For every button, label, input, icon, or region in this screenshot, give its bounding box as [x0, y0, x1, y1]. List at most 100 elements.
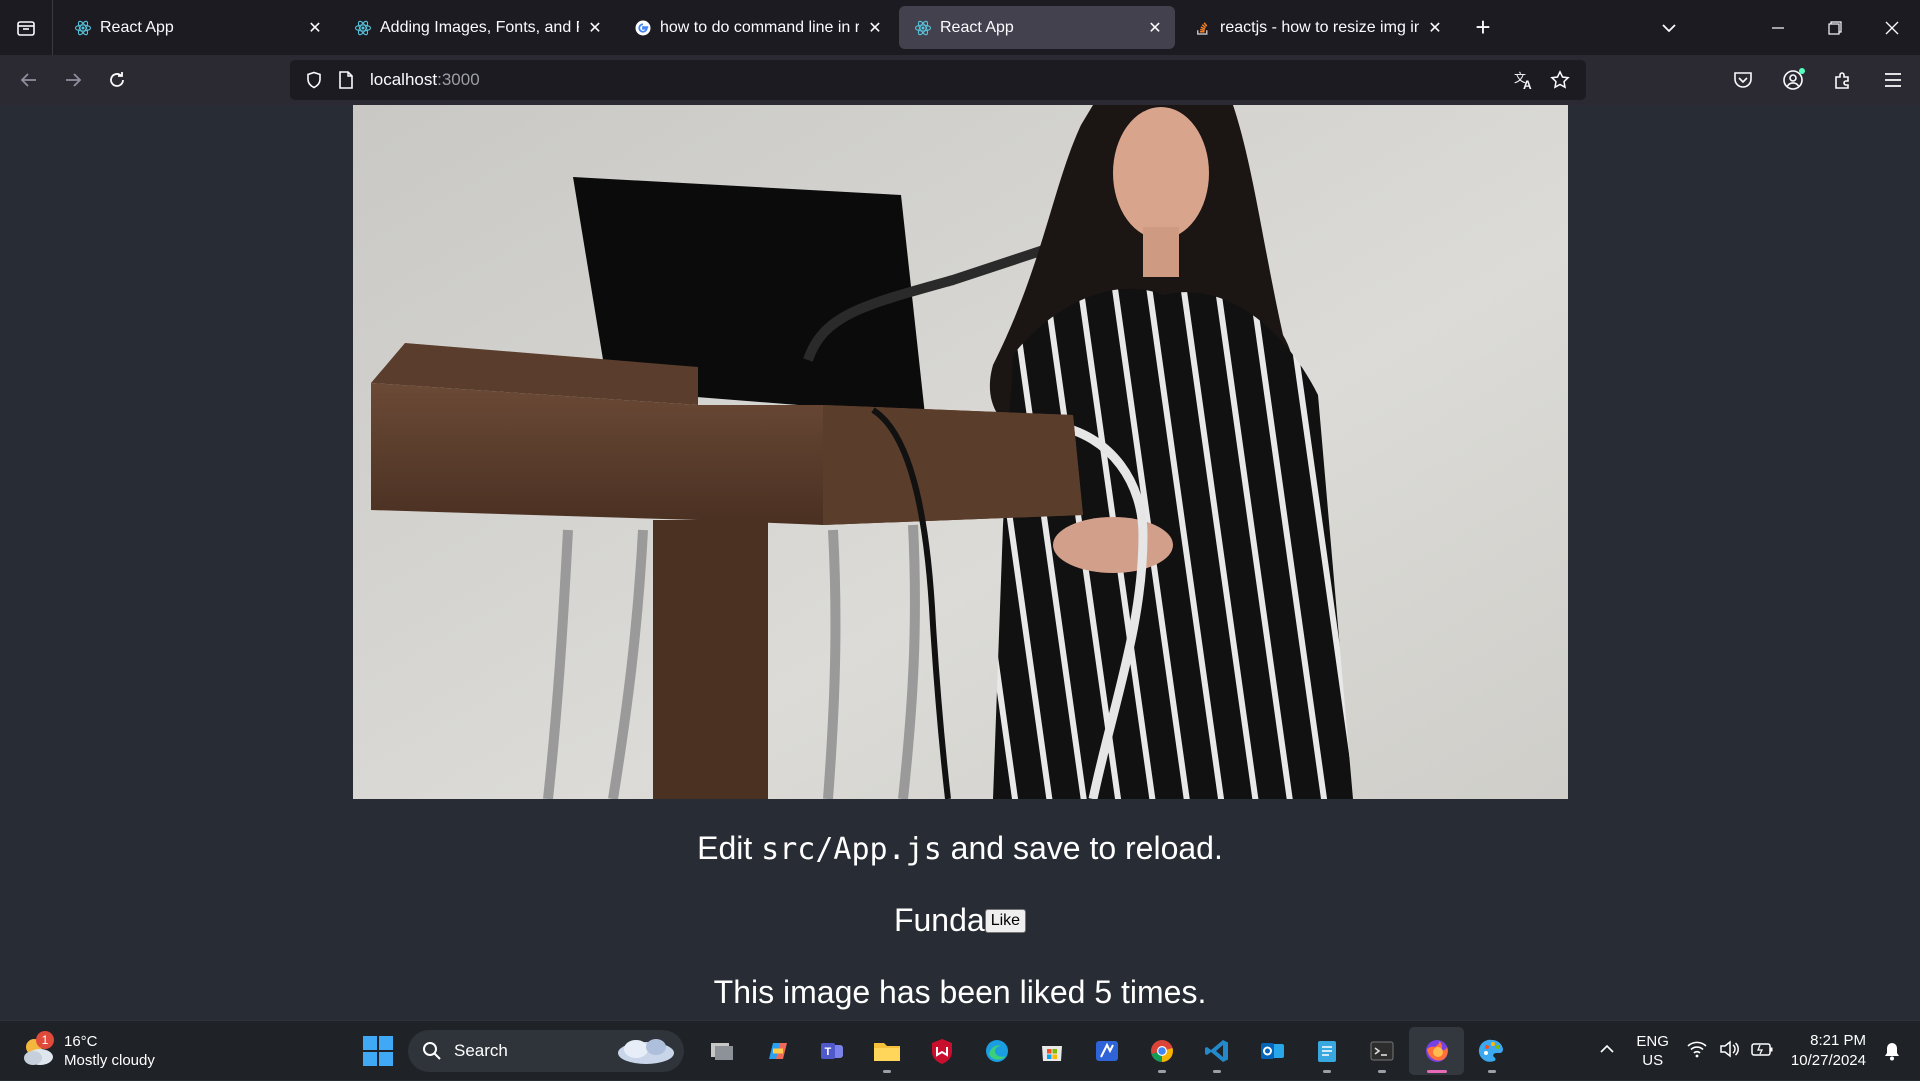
- speaker-at-podium-illustration: [353, 105, 1568, 799]
- close-tab-icon[interactable]: ✕: [585, 18, 605, 38]
- like-button[interactable]: Like: [984, 908, 1027, 933]
- outlook-icon[interactable]: [1244, 1027, 1299, 1075]
- lang-line-2: US: [1642, 1052, 1664, 1069]
- close-tab-icon[interactable]: ✕: [1425, 18, 1445, 38]
- running-indicator: [1378, 1070, 1386, 1073]
- extensions-icon[interactable]: [1822, 59, 1864, 101]
- like-count-text: This image has been liked 5 times.: [713, 974, 1207, 1010]
- firefox-view-icon[interactable]: [0, 0, 53, 55]
- cloudy-weather-icon: 1: [20, 1031, 56, 1069]
- edit-prefix: Edit: [697, 830, 762, 866]
- edge-icon[interactable]: [969, 1027, 1024, 1075]
- close-window-icon[interactable]: [1863, 0, 1920, 55]
- windows-start-icon[interactable]: [361, 1034, 395, 1068]
- taskbar-search-box[interactable]: Search: [408, 1030, 684, 1072]
- file-explorer-icon[interactable]: [859, 1027, 914, 1075]
- tab-title: React App: [940, 18, 1014, 36]
- firefox-icon[interactable]: [1409, 1027, 1464, 1075]
- forward-icon[interactable]: [52, 59, 94, 101]
- url-port: :3000: [437, 70, 480, 89]
- back-icon[interactable]: [8, 59, 50, 101]
- tab-react-app-active[interactable]: React App ✕: [899, 6, 1175, 49]
- edit-code: src/App.js: [761, 832, 942, 867]
- url-text[interactable]: localhost:3000: [370, 70, 480, 90]
- clock[interactable]: 8:21 PM 10/27/2024: [1791, 1031, 1866, 1071]
- running-indicator: [883, 1070, 891, 1073]
- react-icon: [74, 19, 92, 37]
- running-indicator: [1323, 1070, 1331, 1073]
- running-indicator: [1488, 1070, 1496, 1073]
- weather-widget[interactable]: 1 16°C Mostly cloudy: [20, 1029, 155, 1073]
- edit-instructions: Edit src/App.js and save to reload.: [0, 830, 1920, 867]
- translate-icon[interactable]: 文A: [1508, 64, 1540, 96]
- active-indicator: [1427, 1070, 1447, 1073]
- tab-adding-images[interactable]: Adding Images, Fonts, and Files ✕: [339, 6, 615, 49]
- pocket-icon[interactable]: [1722, 59, 1764, 101]
- stackoverflow-icon: [1194, 19, 1212, 37]
- restore-icon[interactable]: [1806, 0, 1863, 55]
- page-info-icon[interactable]: [330, 64, 362, 96]
- react-icon: [354, 19, 372, 37]
- chrome-icon[interactable]: [1134, 1027, 1189, 1075]
- notepad-icon[interactable]: [1299, 1027, 1354, 1075]
- weather-temp: 16°C: [64, 1033, 98, 1050]
- close-tab-icon[interactable]: ✕: [305, 18, 325, 38]
- tab-list: React App ✕ Adding Images, Fonts, and Fi…: [53, 0, 1501, 55]
- search-highlight-art-icon: [610, 1035, 676, 1067]
- clock-time: 8:21 PM: [1810, 1032, 1866, 1049]
- task-view-icon[interactable]: [694, 1027, 749, 1075]
- address-bar[interactable]: localhost:3000 文A: [290, 60, 1586, 100]
- reload-icon[interactable]: [96, 59, 138, 101]
- navigation-toolbar: localhost:3000 文A: [0, 55, 1920, 105]
- teams-icon[interactable]: T: [804, 1027, 859, 1075]
- page-viewport: Edit src/App.js and save to reload. Fund…: [0, 105, 1920, 1020]
- system-status-icons[interactable]: [1687, 1039, 1773, 1063]
- tab-strip: React App ✕ Adding Images, Fonts, and Fi…: [0, 0, 1920, 55]
- windows-taskbar: 1 16°C Mostly cloudy Search T ENG US 8:2…: [0, 1020, 1920, 1080]
- name-row: Funda Like: [0, 902, 1920, 939]
- battery-icon: [1751, 1040, 1773, 1063]
- terminal-icon[interactable]: [1354, 1027, 1409, 1075]
- tab-react-app-1[interactable]: React App ✕: [59, 6, 335, 49]
- edit-suffix: and save to reload.: [941, 830, 1223, 866]
- address-bar-actions: 文A: [1508, 60, 1576, 100]
- bookmark-star-icon[interactable]: [1544, 64, 1576, 96]
- paint-icon[interactable]: [1464, 1027, 1519, 1075]
- list-all-tabs-icon[interactable]: [1649, 8, 1689, 48]
- notification-bell-icon[interactable]: [1880, 1041, 1904, 1061]
- weather-text: 16°C Mostly cloudy: [64, 1032, 155, 1070]
- powerautomate-icon[interactable]: [1079, 1027, 1134, 1075]
- tracking-protection-shield-icon[interactable]: [298, 64, 330, 96]
- tab-stackoverflow[interactable]: reactjs - how to resize img in Re ✕: [1179, 6, 1455, 49]
- system-tray: ENG US 8:21 PM 10/27/2024: [1592, 1021, 1920, 1081]
- google-icon: [634, 19, 652, 37]
- tab-title: how to do command line in rea: [660, 18, 859, 36]
- mcafee-icon[interactable]: [914, 1027, 969, 1075]
- wifi-icon: [1687, 1040, 1707, 1063]
- close-tab-icon[interactable]: ✕: [865, 18, 885, 38]
- tab-title: reactjs - how to resize img in Re: [1220, 18, 1419, 36]
- tab-google-search[interactable]: how to do command line in rea ✕: [619, 6, 895, 49]
- hamburger-menu-icon[interactable]: [1872, 59, 1914, 101]
- running-indicator: [1213, 1070, 1221, 1073]
- weather-desc: Mostly cloudy: [64, 1052, 155, 1069]
- tab-title: Adding Images, Fonts, and Files: [380, 18, 579, 36]
- clock-date: 10/27/2024: [1790, 1052, 1866, 1069]
- svg-text:A: A: [1523, 78, 1532, 90]
- vscode-icon[interactable]: [1189, 1027, 1244, 1075]
- weather-badge: 1: [36, 1031, 54, 1049]
- microsoft-store-icon[interactable]: [1024, 1027, 1079, 1075]
- copilot-icon[interactable]: [749, 1027, 804, 1075]
- minimize-icon[interactable]: [1749, 0, 1806, 55]
- account-icon[interactable]: [1772, 59, 1814, 101]
- url-host: localhost: [370, 70, 438, 89]
- input-language[interactable]: ENG US: [1636, 1032, 1669, 1070]
- person-name: Funda: [893, 902, 985, 938]
- new-tab-button[interactable]: +: [1465, 10, 1501, 46]
- show-hidden-icons-icon[interactable]: [1592, 1042, 1622, 1060]
- running-indicator: [1158, 1070, 1166, 1073]
- close-tab-icon[interactable]: ✕: [1145, 18, 1165, 38]
- taskbar-apps: T: [694, 1027, 1519, 1075]
- search-placeholder: Search: [454, 1041, 508, 1060]
- toolbar-right: [1722, 55, 1914, 105]
